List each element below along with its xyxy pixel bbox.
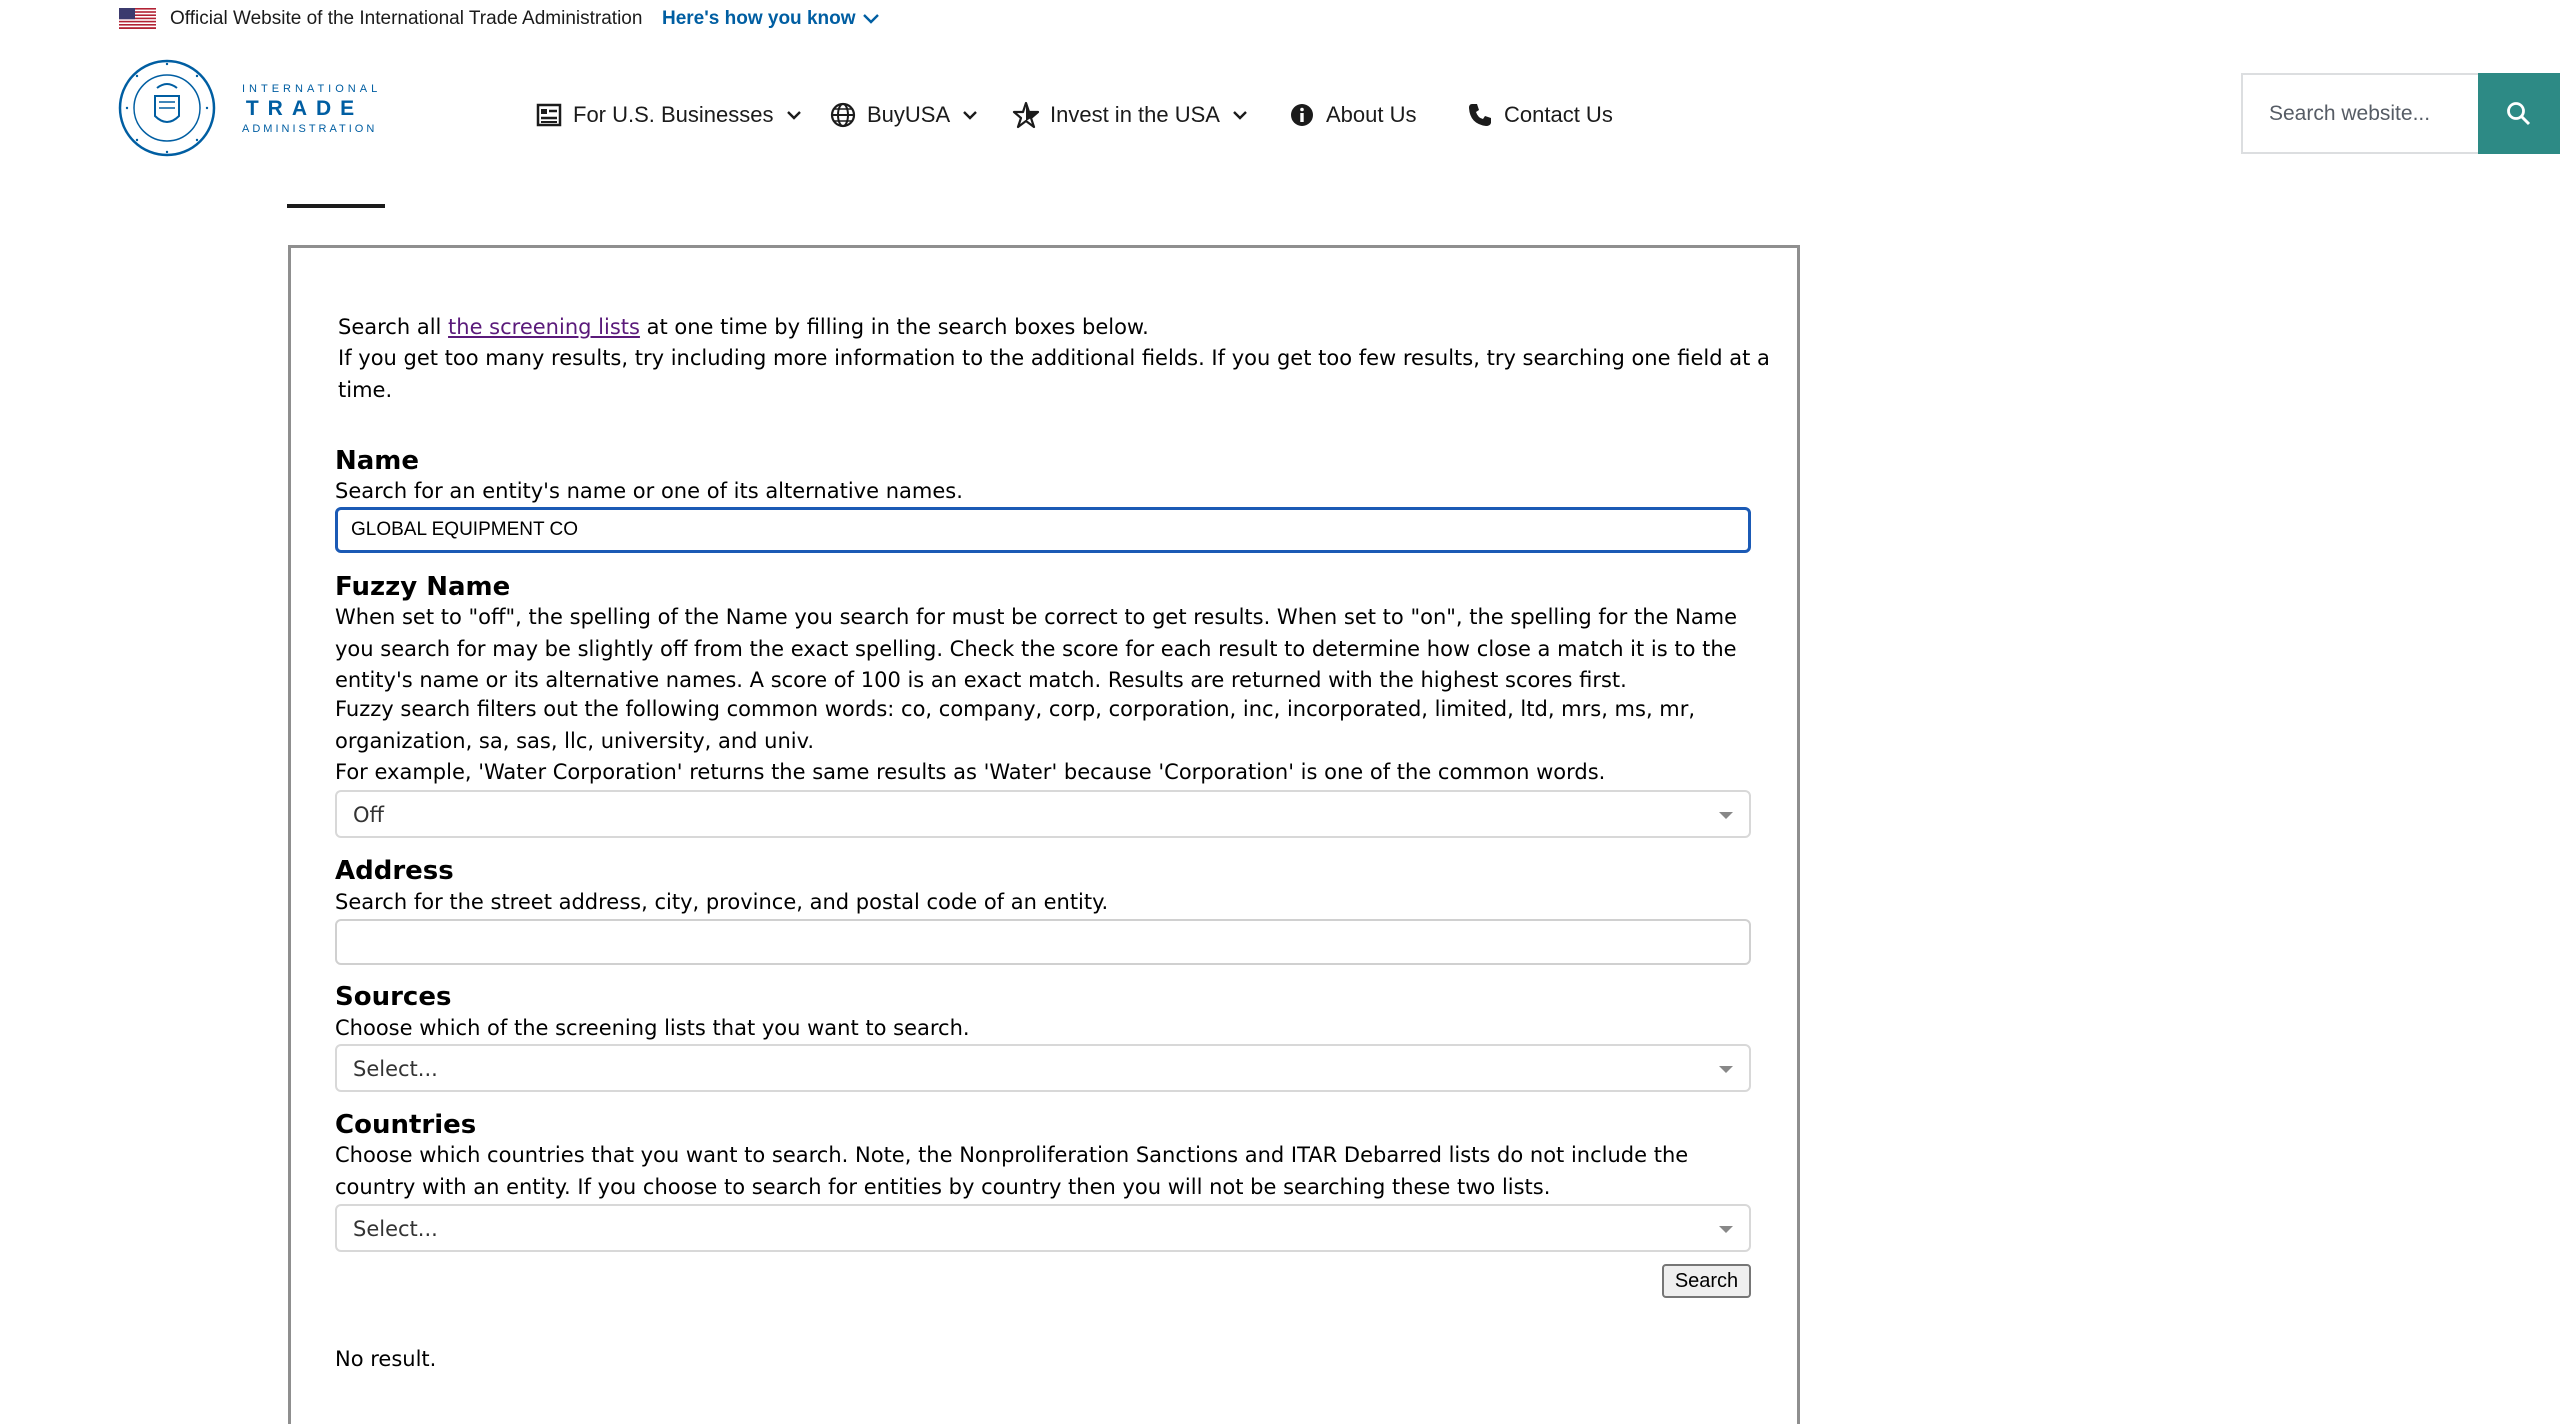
address-input[interactable] — [335, 919, 1751, 965]
sources-help: Choose which of the screening lists that… — [335, 1016, 970, 1040]
chevron-down-icon — [1233, 111, 1247, 120]
nav-label: About Us — [1326, 102, 1417, 127]
search-icon — [2507, 101, 2531, 125]
address-label: Address — [335, 856, 454, 886]
intro-text: Search all the screening lists at one ti… — [338, 311, 1778, 343]
nav-invest-in-the-usa[interactable]: Invest in the USA — [1012, 96, 1248, 134]
star-icon — [1012, 101, 1040, 129]
countries-select[interactable]: Select... — [335, 1204, 1751, 1252]
sources-select[interactable]: Select... — [335, 1044, 1751, 1092]
nav-buyusa[interactable]: BuyUSA — [829, 96, 978, 134]
intro-prefix: Search all — [338, 315, 449, 339]
logo-main-text: TRADE — [245, 97, 364, 120]
phone-icon — [1469, 104, 1491, 126]
doc-seal-logo[interactable] — [117, 58, 217, 158]
countries-help: Choose which countries that you want to … — [335, 1143, 1689, 1199]
nav-label: BuyUSA — [867, 102, 951, 127]
fuzzy-name-example: For example, 'Water Corporation' returns… — [335, 760, 1606, 784]
name-input[interactable] — [335, 507, 1751, 553]
us-flag-icon — [119, 8, 156, 29]
result-message: No result. — [335, 1347, 437, 1371]
fuzzy-name-help: When set to "off", the spelling of the N… — [335, 605, 1738, 692]
logo-top-text: INTERNATIONAL — [242, 83, 382, 95]
chevron-down-icon — [963, 111, 978, 120]
active-tab-indicator — [287, 204, 385, 208]
logo-bottom-text: ADMINISTRATION — [242, 123, 378, 135]
nav-contact-us[interactable]: Contact Us — [1466, 96, 1613, 134]
globe-icon — [830, 102, 856, 128]
heres-how-you-know-link[interactable]: Here's how you know — [662, 7, 880, 31]
nav-label: Invest in the USA — [1050, 102, 1220, 127]
caret-down-icon — [1719, 1226, 1733, 1233]
fuzzy-name-common-words: Fuzzy search filters out the following c… — [335, 697, 1696, 753]
name-help: Search for an entity's name or one of it… — [335, 479, 963, 503]
gov-banner: Official Website of the International Tr… — [0, 0, 2560, 38]
gov-banner-text: Official Website of the International Tr… — [170, 8, 643, 29]
site-search-button[interactable] — [2478, 73, 2560, 154]
ita-wordmark[interactable]: INTERNATIONAL TRADE ADMINISTRATION — [242, 82, 382, 136]
screening-lists-link[interactable]: the screening lists — [448, 315, 640, 339]
info-icon — [1291, 104, 1313, 126]
nav-label: Contact Us — [1504, 102, 1613, 127]
countries-value: Select... — [353, 1217, 438, 1241]
intro-suffix: at one time by filling in the search box… — [639, 315, 1149, 339]
heres-how-you-know-label: Here's how you know — [662, 8, 856, 29]
address-help: Search for the street address, city, pro… — [335, 890, 1109, 914]
countries-label: Countries — [335, 1110, 477, 1140]
sources-value: Select... — [353, 1057, 438, 1081]
business-icon — [536, 103, 562, 127]
caret-down-icon — [1719, 812, 1733, 819]
nav-about-us[interactable]: About Us — [1288, 96, 1417, 134]
fuzzy-name-select[interactable]: Off — [335, 790, 1751, 838]
chevron-down-icon — [862, 14, 879, 24]
fuzzy-name-label: Fuzzy Name — [335, 572, 511, 602]
caret-down-icon — [1719, 1066, 1733, 1073]
chevron-down-icon — [786, 111, 801, 120]
name-label: Name — [335, 446, 420, 476]
fuzzy-name-value: Off — [353, 803, 384, 827]
nav-for-us-businesses[interactable]: For U.S. Businesses — [535, 96, 802, 134]
search-submit-button[interactable]: Search — [1662, 1264, 1751, 1298]
intro-hint: If you get too many results, try includi… — [338, 346, 1770, 402]
nav-label: For U.S. Businesses — [573, 102, 774, 127]
site-search-input[interactable] — [2241, 73, 2478, 154]
sources-label: Sources — [335, 982, 452, 1012]
